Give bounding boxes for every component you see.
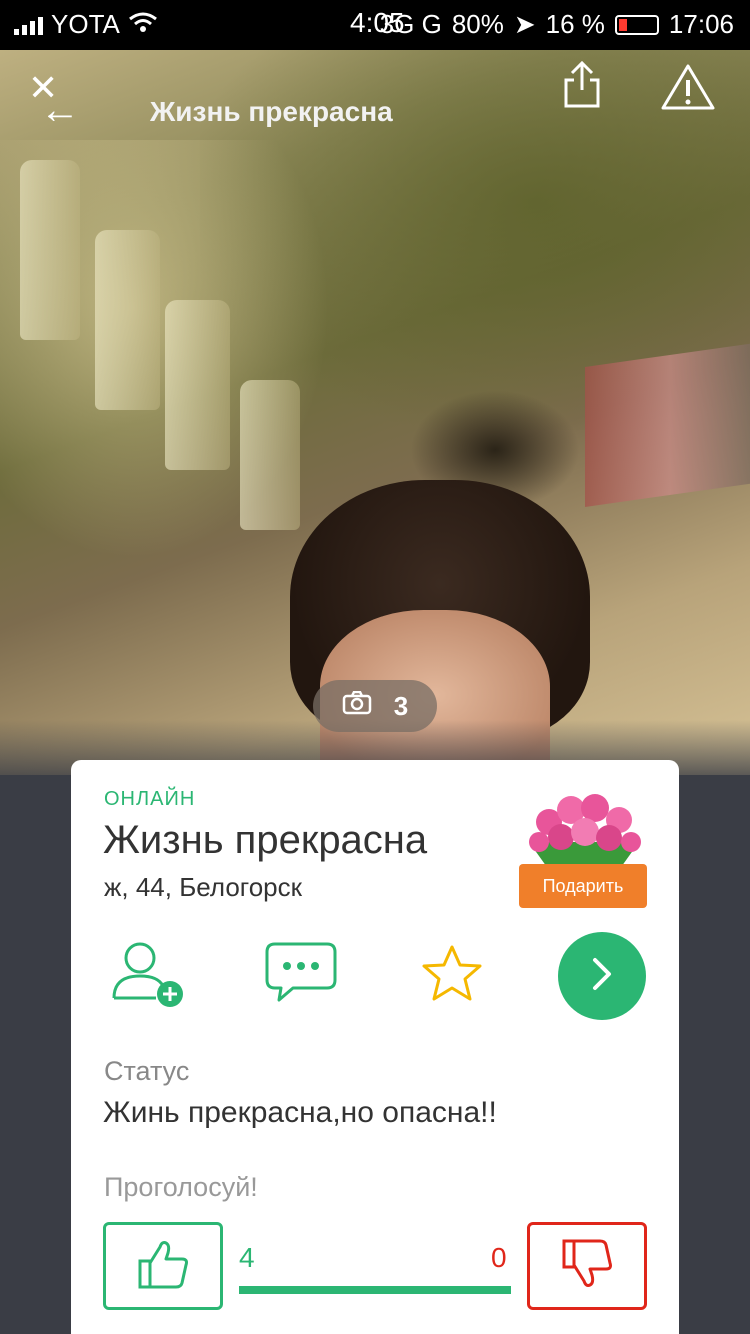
location-icon: ➤ xyxy=(513,9,536,39)
photo-packs xyxy=(585,343,750,507)
thumbs-up-icon xyxy=(136,1237,190,1296)
battery-icon xyxy=(614,14,659,35)
message-button[interactable] xyxy=(256,930,346,1020)
photo-bottle xyxy=(20,160,80,340)
chevron-right-icon xyxy=(587,954,617,999)
add-friend-icon xyxy=(108,938,188,1013)
likes-count: 4 xyxy=(239,1242,255,1273)
favorite-button[interactable] xyxy=(407,930,497,1020)
status-label: Статус xyxy=(104,1056,190,1086)
wifi-icon xyxy=(128,9,158,40)
message-icon xyxy=(263,940,339,1011)
network-label: 3G G xyxy=(379,9,442,39)
action-bar xyxy=(71,930,679,1030)
profile-card: ОНЛАЙН Жизнь прекрасна ж, 44, Белогорск … xyxy=(71,760,679,1334)
vote-ratio-bar xyxy=(239,1286,511,1294)
photo-count: 3 xyxy=(393,690,409,721)
photo-bottle xyxy=(240,380,300,530)
battery-percent: 80% xyxy=(451,9,504,39)
header-title: Жизнь прекрасна xyxy=(150,96,393,127)
signal-icon xyxy=(14,15,43,35)
status-right: 3G G 80% ➤ 16 % 17:06 xyxy=(380,9,734,40)
gift-roses-image[interactable] xyxy=(519,782,649,872)
carrier-label: YOTA xyxy=(51,9,120,39)
camera-icon xyxy=(342,690,372,722)
status-text: Жинь прекрасна,но опасна!! xyxy=(103,1096,497,1129)
share-icon[interactable] xyxy=(560,60,604,110)
photo-counter[interactable]: 3 xyxy=(313,680,437,732)
profile-name: Жизнь прекрасна xyxy=(103,818,428,862)
photo-bottle xyxy=(165,300,230,470)
add-friend-button[interactable] xyxy=(103,930,193,1020)
dislike-button[interactable] xyxy=(527,1222,647,1310)
dislikes-count: 0 xyxy=(491,1242,507,1273)
vote-label: Проголосуй! xyxy=(104,1172,258,1202)
report-icon[interactable] xyxy=(660,62,716,112)
back-arrow-icon[interactable]: ← xyxy=(40,90,80,130)
battery-percent-secondary: 16 % xyxy=(545,9,605,39)
status-bar: YOTA 4:05 3G G 80% ➤ 16 % 17:06 xyxy=(0,0,750,50)
status-left: YOTA xyxy=(14,9,158,40)
like-button[interactable] xyxy=(103,1222,223,1310)
status-clock-right: 17:06 xyxy=(668,9,734,39)
photo-bottle xyxy=(95,230,160,410)
profile-meta: ж, 44, Белогорск xyxy=(104,872,302,902)
more-actions-button[interactable] xyxy=(558,932,646,1020)
star-icon xyxy=(420,943,484,1008)
thumbs-down-icon xyxy=(560,1237,614,1296)
online-status: ОНЛАЙН xyxy=(104,788,196,810)
gift-button[interactable]: Подарить xyxy=(519,864,647,908)
